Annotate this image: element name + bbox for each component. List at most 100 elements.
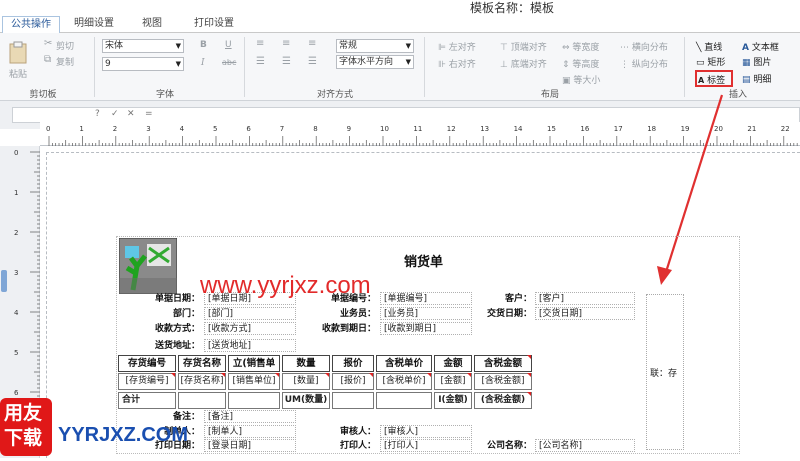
doc-number-field[interactable]: [单据编号] <box>380 292 472 305</box>
remark-label[interactable]: 备注： <box>120 411 200 423</box>
payment-method-label[interactable]: 收款方式： <box>120 323 200 335</box>
horizontal-distribute-button[interactable]: ⋯ 横向分布 <box>620 40 668 53</box>
table-header[interactable]: 报价 <box>332 355 374 372</box>
insert-rect-button[interactable]: ▭ 矩形 <box>696 55 725 68</box>
company-label[interactable]: 公司名称： <box>466 440 532 452</box>
print-date-field[interactable]: [登录日期] <box>204 439 296 452</box>
payment-due-field[interactable]: [收款到期日] <box>380 322 472 335</box>
align-bottom-icon[interactable]: ≡ <box>308 39 316 49</box>
chevron-down-icon: ▼ <box>405 42 411 50</box>
same-width-button[interactable]: ⇔ 等宽度 <box>562 40 599 53</box>
delivery-address-field[interactable]: [送货地址] <box>204 339 296 352</box>
cancel-icon[interactable]: ✕ <box>127 109 135 119</box>
salesperson-field[interactable]: [业务员] <box>380 307 472 320</box>
same-size-button[interactable]: ▣ 等大小 <box>562 73 600 86</box>
table-header[interactable]: 含税金额 <box>474 355 532 372</box>
align-right-icon[interactable]: ☰ <box>308 57 317 67</box>
insert-tag-button[interactable]: A 标签 <box>695 70 733 87</box>
table-cell[interactable]: [含税金额] <box>474 373 532 390</box>
customer-label[interactable]: 客户： <box>476 293 532 305</box>
delivery-date-field[interactable]: [交货日期] <box>535 307 635 320</box>
field-marker <box>527 355 531 359</box>
layout-align-bottom-button[interactable]: ⊥ 底端对齐 <box>500 57 547 70</box>
divider <box>684 37 685 97</box>
font-family-select[interactable]: 宋体 ▼ <box>102 39 184 53</box>
copy-button[interactable]: ⧉ 复制 <box>44 55 84 69</box>
table-header[interactable]: 金额 <box>434 355 472 372</box>
table-cell[interactable]: [销售单位] <box>228 373 280 390</box>
report-title[interactable]: 销货单 <box>404 256 443 269</box>
table-header[interactable]: 存货编号 <box>118 355 176 372</box>
tab-detail-settings[interactable]: 明细设置 <box>66 16 122 33</box>
copy-label-text: 联：存 <box>650 369 678 379</box>
total-cell[interactable] <box>228 392 280 409</box>
strikethrough-button[interactable]: abc <box>222 58 236 67</box>
align-middle-icon[interactable]: ≡ <box>282 39 290 49</box>
ruler-tick-label: 19 <box>681 125 690 133</box>
ruler-tick-label: 9 <box>347 125 351 133</box>
insert-line-button[interactable]: ╲ 直线 <box>696 40 722 53</box>
paste-button[interactable]: 粘贴 <box>6 41 32 81</box>
payment-method-field[interactable]: [收款方式] <box>204 322 296 335</box>
payment-due-label[interactable]: 收款到期日： <box>298 323 376 335</box>
text-style-select[interactable]: 常规 ▼ <box>336 39 414 53</box>
total-cell[interactable]: (含税金额) <box>474 392 532 409</box>
total-cell[interactable]: 合计 <box>118 392 176 409</box>
insert-image-button[interactable]: ▦ 图片 <box>742 55 771 68</box>
cut-button[interactable]: ✂ 剪切 <box>44 39 84 53</box>
table-cell[interactable]: [存货名称] <box>178 373 226 390</box>
printer-label[interactable]: 打印人： <box>300 440 376 452</box>
reviewer-label[interactable]: 审核人： <box>300 426 376 438</box>
tab-common[interactable]: 公共操作 <box>2 16 60 33</box>
reviewer-field[interactable]: [审核人] <box>380 425 472 438</box>
table-cell[interactable]: [报价] <box>332 373 374 390</box>
remark-field[interactable]: [备注] <box>204 410 296 423</box>
text-direction-select[interactable]: 字体水平方向 ▼ <box>336 55 414 69</box>
font-size-select[interactable]: 9 ▼ <box>102 57 184 71</box>
table-cell[interactable]: [数量] <box>282 373 330 390</box>
help-icon[interactable]: ? <box>95 109 100 119</box>
align-left-icon[interactable]: ☰ <box>256 57 265 67</box>
align-center-icon[interactable]: ☰ <box>282 57 291 67</box>
layout-align-right-button[interactable]: ⊪ 右对齐 <box>438 57 476 70</box>
bold-button[interactable]: B <box>200 40 207 50</box>
total-cell[interactable]: UM(数量) <box>282 392 330 409</box>
department-field[interactable]: [部门] <box>204 307 296 320</box>
underline-button[interactable]: U <box>225 40 232 50</box>
company-logo-image[interactable] <box>119 238 177 294</box>
table-header[interactable]: 数量 <box>282 355 330 372</box>
department-label[interactable]: 部门： <box>120 308 200 320</box>
salesperson-label[interactable]: 业务员： <box>300 308 376 320</box>
ruler-tick-label: 0 <box>46 125 50 133</box>
table-cell[interactable]: [存货编号] <box>118 373 176 390</box>
align-top-icon[interactable]: ≡ <box>256 39 264 49</box>
tab-view[interactable]: 视图 <box>132 16 172 33</box>
insert-textbox-button[interactable]: A 文本框 <box>742 40 779 53</box>
total-cell[interactable] <box>376 392 432 409</box>
insert-detail-button[interactable]: ▤ 明细 <box>742 72 771 85</box>
total-cell[interactable] <box>178 392 226 409</box>
creator-field[interactable]: [制单人] <box>204 425 296 438</box>
side-panel-handle[interactable] <box>1 270 7 292</box>
tab-print-settings[interactable]: 打印设置 <box>186 16 242 33</box>
layout-align-top-button[interactable]: ⊤ 顶端对齐 <box>500 40 547 53</box>
total-cell[interactable]: I(金额) <box>434 392 472 409</box>
table-cell[interactable]: [含税单价] <box>376 373 432 390</box>
customer-field[interactable]: [客户] <box>535 292 635 305</box>
total-cell[interactable] <box>332 392 374 409</box>
vertical-distribute-button[interactable]: ⋮ 纵向分布 <box>620 57 668 70</box>
layout-align-left-button[interactable]: ⊫ 左对齐 <box>438 40 476 53</box>
company-field[interactable]: [公司名称] <box>535 439 635 452</box>
doc-date-label[interactable]: 单据日期： <box>120 293 200 305</box>
same-height-button[interactable]: ⇕ 等高度 <box>562 57 599 70</box>
italic-button[interactable]: I <box>201 58 205 68</box>
printer-field[interactable]: [打印人] <box>380 439 472 452</box>
delivery-address-label[interactable]: 送货地址： <box>120 340 200 352</box>
table-header[interactable]: 存货名称 <box>178 355 226 372</box>
equals-icon[interactable]: = <box>145 109 153 119</box>
table-header[interactable]: 含税单价 <box>376 355 432 372</box>
confirm-icon[interactable]: ✓ <box>111 109 119 119</box>
delivery-date-label[interactable]: 交货日期： <box>466 308 532 320</box>
formula-input[interactable]: ? ✓ ✕ = <box>12 107 800 123</box>
table-header[interactable]: 立(销售单 <box>228 355 280 372</box>
